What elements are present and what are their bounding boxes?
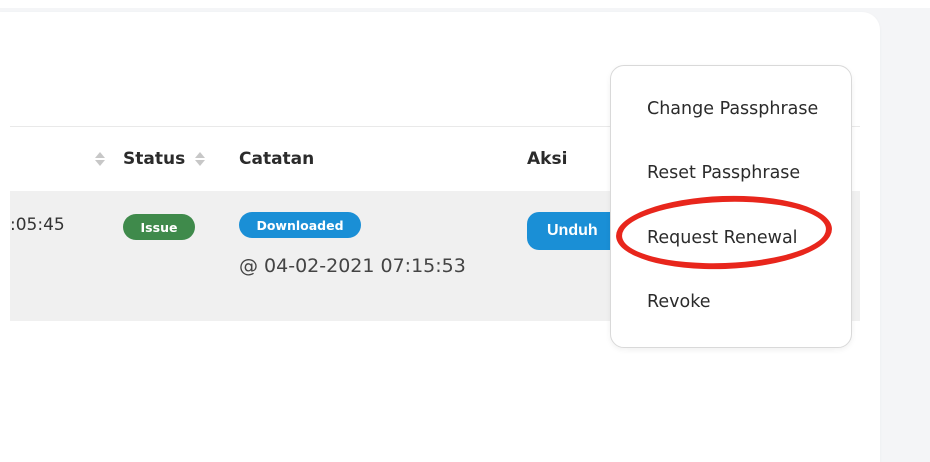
- menu-item-revoke[interactable]: Revoke: [647, 292, 710, 312]
- column-header-aksi: Aksi: [527, 149, 568, 169]
- column-header-previous[interactable]: [85, 127, 105, 191]
- action-dropdown-menu: Change Passphrase Reset Passphrase Reque…: [610, 65, 852, 348]
- note-badge: Downloaded: [239, 212, 361, 238]
- menu-item-reset-passphrase[interactable]: Reset Passphrase: [647, 163, 800, 183]
- sort-icon[interactable]: [195, 152, 206, 166]
- time-cell: :05:45: [10, 215, 65, 235]
- sort-icon[interactable]: [95, 152, 105, 166]
- top-strip: [0, 0, 930, 8]
- column-header-status[interactable]: Status: [123, 127, 206, 191]
- status-badge: Issue: [123, 214, 195, 240]
- menu-item-change-passphrase[interactable]: Change Passphrase: [647, 99, 818, 119]
- column-header-catatan: Catatan: [239, 149, 315, 169]
- note-timestamp: @ 04-02-2021 07:15:53: [239, 255, 466, 277]
- menu-item-request-renewal[interactable]: Request Renewal: [647, 228, 798, 248]
